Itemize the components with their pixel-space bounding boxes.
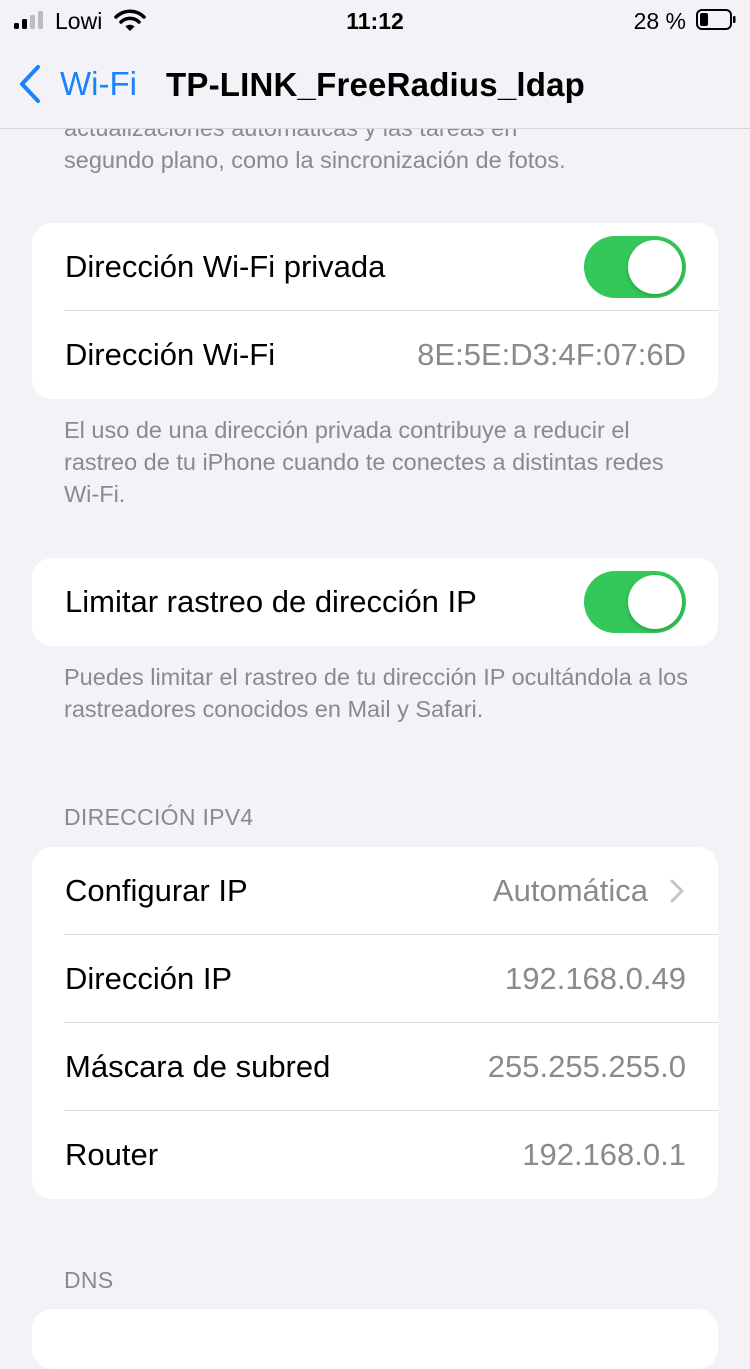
private-address-group: Dirección Wi-Fi privada Dirección Wi-Fi … — [32, 223, 718, 399]
configure-ip-label: Configurar IP — [65, 873, 248, 908]
wifi-address-value: 8E:5E:D3:4F:07:6D — [417, 337, 686, 372]
dns-group[interactable] — [32, 1309, 718, 1369]
private-address-row: Dirección Wi-Fi privada — [32, 223, 718, 311]
ip-tracking-label: Limitar rastreo de dirección IP — [65, 584, 477, 619]
private-address-toggle[interactable] — [584, 236, 686, 298]
configure-ip-row[interactable]: Configurar IP Automática — [32, 847, 718, 935]
ip-tracking-group: Limitar rastreo de dirección IP — [32, 558, 718, 646]
ip-address-label: Dirección IP — [65, 961, 233, 996]
router-label: Router — [65, 1137, 159, 1172]
battery-percent: 28 % — [633, 8, 686, 34]
ip-tracking-toggle[interactable] — [584, 571, 686, 633]
chevron-left-icon — [20, 65, 40, 103]
ip-tracking-footnote: Puedes limitar el rastreo de tu direcció… — [64, 664, 688, 722]
page-title: TP-LINK_FreeRadius_ldap — [166, 66, 586, 103]
configure-ip-value: Automática — [492, 873, 648, 908]
toggle-knob — [628, 575, 682, 629]
wifi-address-row: Dirección Wi-Fi 8E:5E:D3:4F:07:6D — [32, 311, 718, 399]
router-value: 192.168.0.1 — [522, 1137, 686, 1172]
private-address-label: Dirección Wi-Fi privada — [65, 249, 386, 284]
subnet-row: Máscara de subred 255.255.255.0 — [32, 1023, 718, 1111]
toggle-knob — [628, 240, 682, 294]
dns-section-header: DNS — [64, 1267, 114, 1293]
back-button-label: Wi-Fi — [60, 65, 137, 102]
top-footnote-line2: segundo plano, como la sincronización de… — [64, 147, 566, 173]
battery-icon — [696, 9, 736, 30]
subnet-value: 255.255.255.0 — [487, 1049, 686, 1084]
chevron-right-icon — [670, 879, 684, 903]
navigation-bar: Wi-Fi TP-LINK_FreeRadius_ldap — [0, 42, 750, 129]
ipv4-group: Configurar IP Automática Dirección IP 19… — [32, 847, 718, 1199]
subnet-label: Máscara de subred — [65, 1049, 331, 1084]
ipv4-section-header: DIRECCIÓN IPV4 — [64, 804, 254, 830]
ip-address-value: 192.168.0.49 — [504, 961, 686, 996]
ip-tracking-row: Limitar rastreo de dirección IP — [32, 558, 718, 646]
settings-content: actualizaciones automáticas y las tareas… — [0, 0, 750, 1369]
back-button[interactable]: Wi-Fi — [18, 64, 137, 104]
router-row: Router 192.168.0.1 — [32, 1111, 718, 1199]
wifi-address-label: Dirección Wi-Fi — [65, 337, 276, 372]
private-address-footnote: El uso de una dirección privada contribu… — [64, 417, 664, 507]
ip-address-row: Dirección IP 192.168.0.49 — [32, 935, 718, 1023]
status-bar: Lowi 11:12 28 % — [0, 0, 750, 42]
